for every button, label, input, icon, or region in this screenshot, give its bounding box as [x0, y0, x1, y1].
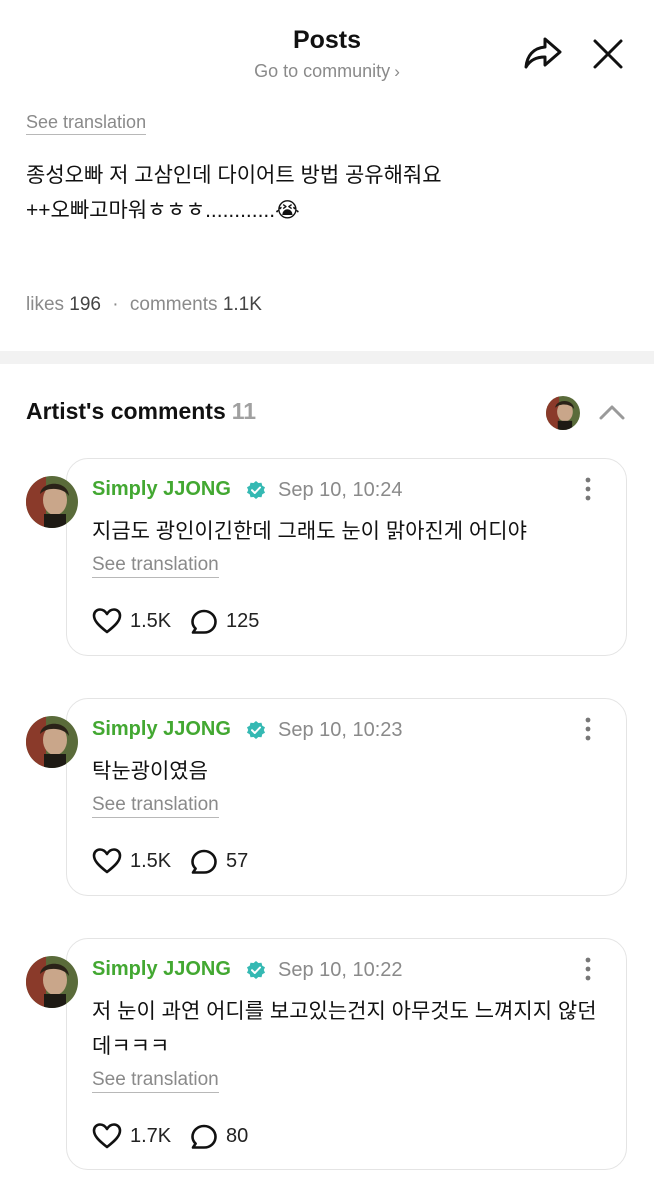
post-body-line-1: 종성오빠 저 고삼인데 다이어트 방법 공유해줘요: [26, 164, 442, 187]
more-options-icon[interactable]: [578, 956, 598, 982]
see-translation-link[interactable]: See translation: [92, 1069, 219, 1093]
avatar[interactable]: [26, 716, 78, 768]
avatar-image: [546, 396, 580, 430]
share-arrow-icon: [524, 37, 562, 69]
see-translation-link[interactable]: See translation: [92, 794, 219, 818]
section-divider: [0, 351, 654, 364]
artist-avatar[interactable]: [546, 396, 580, 430]
verified-badge-icon: [247, 481, 265, 499]
likes-count: 196: [69, 294, 101, 315]
post-body: 종성오빠 저 고삼인데 다이어트 방법 공유해줘요 ++오빠고마워ㅎㅎㅎ....…: [26, 158, 626, 228]
post-body-line-2: ++오빠고마워ㅎㅎㅎ............😭: [26, 199, 300, 222]
like-count: 1.5K: [130, 850, 172, 872]
see-translation-link[interactable]: See translation: [92, 554, 219, 578]
artist-comments-label: Artist's comments: [26, 398, 226, 424]
comments-label: comments: [129, 294, 218, 315]
avatar[interactable]: [26, 956, 78, 1008]
like-count: 1.7K: [130, 1125, 172, 1147]
artist-comments-count: 11: [231, 398, 257, 424]
like-count: 1.5K: [130, 610, 172, 632]
chevron-up-icon: [599, 405, 625, 420]
reply-bubble-icon[interactable]: [190, 608, 218, 636]
comment-timestamp: Sep 10, 10:23: [278, 719, 403, 741]
reply-count: 80: [226, 1125, 249, 1147]
comment-author[interactable]: Simply JJONG: [92, 478, 231, 501]
comment-author[interactable]: Simply JJONG: [92, 958, 231, 981]
stats-separator: ·: [112, 294, 119, 315]
reply-count: 57: [226, 850, 249, 872]
verified-badge-icon: [247, 961, 265, 979]
more-options-icon[interactable]: [578, 716, 598, 742]
comment-text: 저 눈이 과연 어디를 보고있는건지 아무것도 느껴지지 않던데ㅋㅋㅋ: [92, 1000, 597, 1058]
reply-bubble-icon[interactable]: [190, 848, 218, 876]
reply-bubble-icon[interactable]: [190, 1123, 218, 1151]
avatar-image: [26, 956, 78, 1008]
comment-timestamp: Sep 10, 10:22: [278, 959, 403, 981]
comments-count: 1.1K: [222, 294, 262, 315]
likes-label: likes: [26, 294, 65, 315]
close-button[interactable]: [588, 34, 628, 74]
chevron-right-icon: ›: [394, 62, 400, 81]
avatar[interactable]: [26, 476, 78, 528]
comment-text: 탁눈광이였음: [92, 760, 208, 783]
more-options-icon[interactable]: [578, 476, 598, 502]
collapse-button[interactable]: [597, 398, 627, 428]
top-bar: Posts Go to community ›: [0, 0, 654, 100]
post-stats: likes 196 · comments 1.1K: [26, 294, 262, 316]
heart-icon[interactable]: [92, 847, 122, 875]
post-see-translation-link[interactable]: See translation: [26, 112, 147, 135]
artist-comments-title: Artist's comments 11: [26, 398, 256, 425]
comment-text: 지금도 광인이긴한데 그래도 눈이 맑아진게 어디야: [92, 520, 527, 543]
verified-badge-icon: [247, 721, 265, 739]
go-to-community-label: Go to community: [254, 61, 391, 81]
avatar-image: [26, 476, 78, 528]
avatar-image: [26, 716, 78, 768]
comment-timestamp: Sep 10, 10:24: [278, 479, 403, 501]
close-icon: [593, 39, 623, 69]
reply-count: 125: [226, 610, 260, 632]
heart-icon[interactable]: [92, 607, 122, 635]
share-button[interactable]: [522, 34, 564, 72]
heart-icon[interactable]: [92, 1122, 122, 1150]
comment-author[interactable]: Simply JJONG: [92, 718, 231, 741]
